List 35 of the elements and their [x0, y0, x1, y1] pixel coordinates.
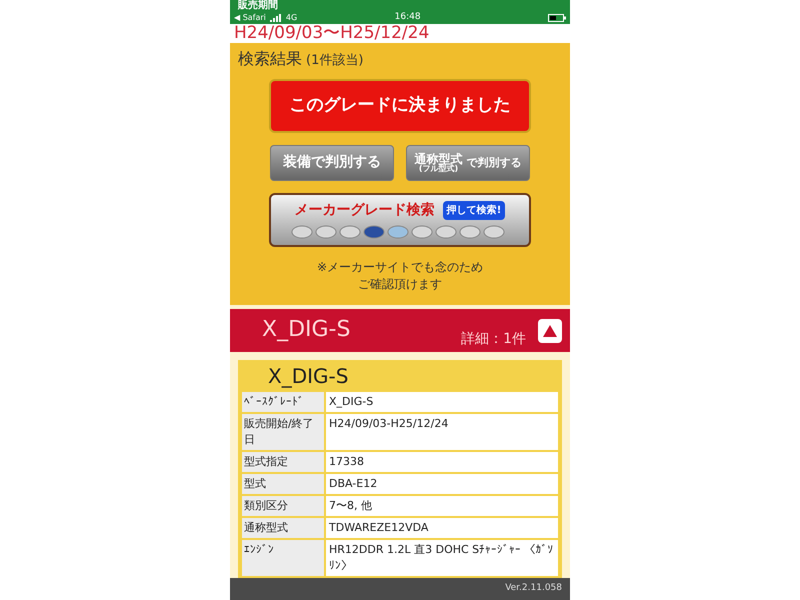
up-triangle-icon	[543, 324, 557, 337]
spec-label: ｴﾝｼﾞﾝ	[242, 540, 324, 576]
spec-label: 通称型式	[242, 518, 324, 538]
battery-icon	[548, 14, 566, 22]
spec-label: ﾍﾞｰｽｸﾞﾚｰﾄﾞ	[242, 392, 324, 412]
signal-icon	[270, 14, 282, 22]
search-button[interactable]: 押して検索!	[442, 201, 506, 220]
spec-title: X_DIG-S	[268, 363, 348, 390]
version-label: Ver.2.11.058	[505, 582, 562, 596]
note-text: ※メーカーサイトでも念のため ご確認頂けます	[316, 258, 484, 293]
maker-search-title: メーカーグレード検索	[294, 201, 435, 220]
spec-value: X_DIG-S	[326, 392, 558, 412]
detail-count: 詳細：1件	[461, 330, 526, 349]
spec-value: HR12DDR 1.2L 直3 DOHC Sﾁｬｰｼﾞｬｰ 〈ｶﾞｿﾘﾝ〉	[326, 540, 558, 576]
maker-search-banner[interactable]: メーカーグレード検索 押して検索!	[269, 192, 531, 247]
spec-label: 販売開始/終了日	[242, 414, 324, 450]
equipment-filter-button[interactable]: 装備で判別する	[270, 144, 394, 181]
network-label: 4G	[286, 12, 298, 24]
collapse-toggle-button[interactable]	[538, 318, 562, 343]
grade-header[interactable]: X_DIG-S 詳細：1件	[230, 308, 570, 352]
spec-value: DBA-E12	[326, 474, 558, 494]
spec-value: TDWAREZE12VDA	[326, 518, 558, 538]
clock: 16:48	[394, 11, 421, 24]
spec-label: 類別区分	[242, 496, 324, 516]
confirm-grade-button[interactable]: このグレードに決まりました	[269, 78, 531, 133]
spec-label: 型式指定	[242, 452, 324, 472]
back-link[interactable]: ◀ Safari	[234, 12, 266, 24]
spec-label: 型式	[242, 474, 324, 494]
results-count: (1件該当)	[306, 52, 364, 70]
spec-value: H24/09/03-H25/12/24	[326, 414, 558, 450]
sales-period: H24/09/03〜H25/12/24	[234, 24, 430, 42]
grade-name: X_DIG-S	[262, 316, 350, 344]
results-title: 検索結果	[238, 48, 302, 70]
spec-value: 17338	[326, 452, 558, 472]
spec-value: 7〜8, 他	[326, 496, 558, 516]
